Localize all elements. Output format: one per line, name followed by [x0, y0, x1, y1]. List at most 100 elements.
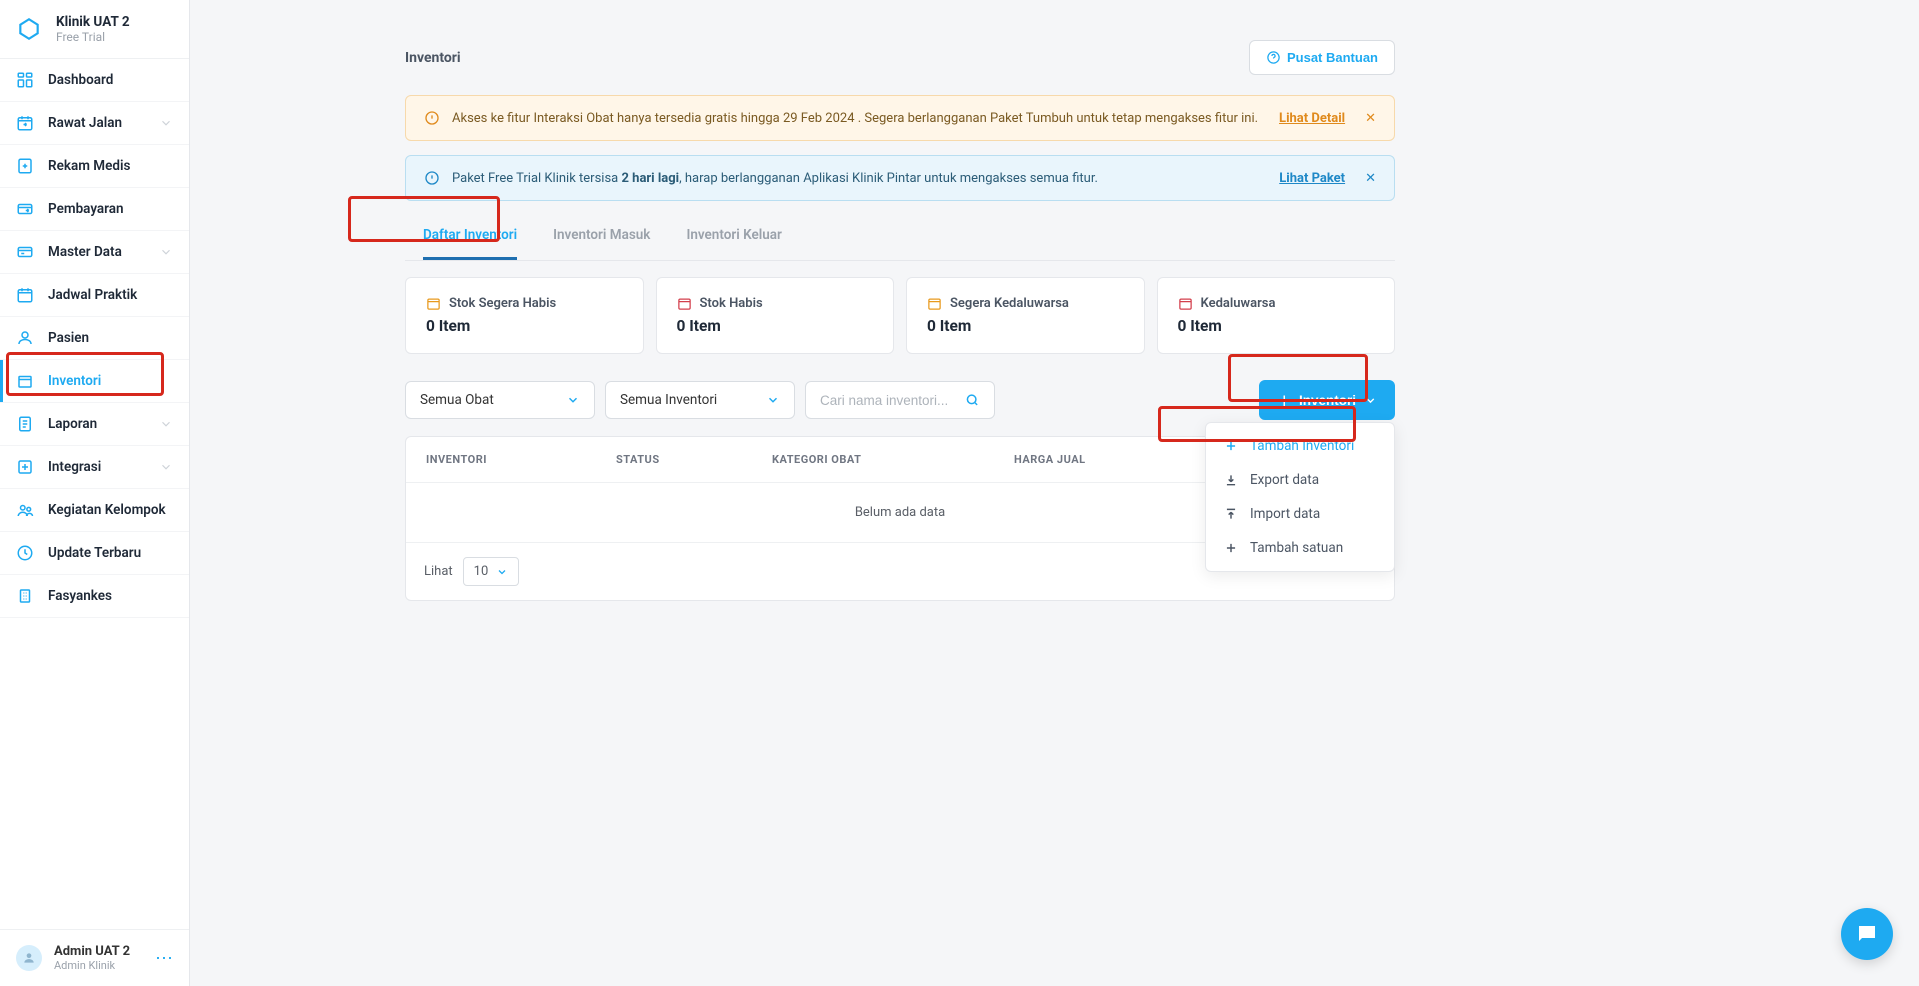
- main-area: Inventori Pusat Bantuan Akses ke fitur I…: [190, 0, 1919, 986]
- dropdown-export-data[interactable]: Export data: [1206, 463, 1394, 497]
- sidebar-header: Klinik UAT 2 Free Trial: [0, 0, 189, 59]
- avatar: [16, 945, 42, 971]
- user-role: Admin Klinik: [54, 959, 130, 972]
- page-size-select[interactable]: 10: [463, 557, 520, 586]
- sidebar-item-label: Laporan: [48, 416, 97, 432]
- sidebar-footer[interactable]: Admin UAT 2 Admin Klinik ⋯: [0, 929, 189, 986]
- warn-icon: [424, 110, 440, 126]
- sidebar-item-fasyankes[interactable]: Fasyankes: [0, 575, 189, 618]
- page-size-value: 10: [474, 564, 489, 579]
- sidebar-item-master-data[interactable]: Master Data: [0, 231, 189, 274]
- summary-card[interactable]: Kedaluwarsa0 Item: [1157, 277, 1396, 354]
- person-icon: [16, 329, 34, 347]
- clock-icon: [16, 544, 34, 562]
- sidebar-item-label: Integrasi: [48, 459, 101, 475]
- calendar-icon: [1178, 296, 1193, 311]
- card-icon: [16, 243, 34, 261]
- sidebar-item-label: Rekam Medis: [48, 158, 130, 174]
- report-icon: [16, 415, 34, 433]
- download-icon: [1224, 473, 1238, 487]
- help-icon: [1266, 50, 1281, 65]
- calendar-icon: [426, 296, 441, 311]
- sidebar-nav: Dashboard Rawat Jalan Rekam Medis Pembayara…: [0, 59, 189, 929]
- calendar-icon: [927, 296, 942, 311]
- integration-icon: [16, 458, 34, 476]
- card-title: Stok Segera Habis: [449, 296, 556, 311]
- sidebar-item-label: Kegiatan Kelompok: [48, 502, 166, 518]
- summary-card[interactable]: Segera Kedaluwarsa0 Item: [906, 277, 1145, 354]
- chat-fab[interactable]: [1841, 908, 1893, 960]
- show-label: Lihat: [424, 564, 453, 579]
- alert-warn-text: Akses ke fitur Interaksi Obat hanya ters…: [452, 111, 1258, 126]
- dropdown-import-data[interactable]: Import data: [1206, 497, 1394, 531]
- search-icon: [965, 392, 980, 408]
- alert-warn-close[interactable]: ✕: [1365, 111, 1376, 126]
- tab-inventori-masuk[interactable]: Inventori Masuk: [553, 215, 650, 260]
- user-menu-icon[interactable]: ⋯: [155, 948, 173, 969]
- sidebar-item-label: Inventori: [48, 373, 101, 389]
- calendar-arrow-icon: [16, 114, 34, 132]
- sidebar-item-label: Master Data: [48, 244, 122, 260]
- plus-icon: ＋: [1277, 390, 1291, 410]
- page-title: Inventori: [405, 50, 461, 66]
- sidebar-item-label: Dashboard: [48, 72, 113, 88]
- tab-daftar-inventori[interactable]: Daftar Inventori: [423, 215, 517, 260]
- chat-icon: [1855, 922, 1879, 946]
- card-value: 0 Item: [426, 317, 623, 335]
- search-box[interactable]: [805, 381, 995, 419]
- chevron-down-icon: [766, 393, 780, 407]
- sidebar-item-label: Pasien: [48, 330, 89, 346]
- sidebar-item-label: Rawat Jalan: [48, 115, 122, 131]
- card-value: 0 Item: [1178, 317, 1375, 335]
- card-title: Stok Habis: [700, 296, 763, 311]
- alert-warn-link[interactable]: Lihat Detail: [1279, 111, 1345, 126]
- upload-icon: [1224, 507, 1238, 521]
- user-name: Admin UAT 2: [54, 944, 130, 959]
- dropdown-label: Export data: [1250, 472, 1319, 488]
- sidebar-item-jadwal-praktik[interactable]: Jadwal Praktik: [0, 274, 189, 317]
- sidebar-item-label: Pembayaran: [48, 201, 124, 217]
- dropdown-tambah-satuan[interactable]: Tambah satuan: [1206, 531, 1394, 565]
- add-inventori-button[interactable]: ＋ Inventori: [1259, 380, 1395, 420]
- alert-info-link[interactable]: Lihat Paket: [1279, 171, 1345, 186]
- card-value: 0 Item: [677, 317, 874, 335]
- calendar-icon: [677, 296, 692, 311]
- sidebar-item-rawat-jalan[interactable]: Rawat Jalan: [0, 102, 189, 145]
- summary-cards: Stok Segera Habis0 ItemStok Habis0 ItemS…: [405, 277, 1395, 354]
- sidebar-item-label: Jadwal Praktik: [48, 287, 137, 303]
- sidebar-item-pembayaran[interactable]: Pembayaran: [0, 188, 189, 231]
- sidebar-item-dashboard[interactable]: Dashboard: [0, 59, 189, 102]
- group-icon: [16, 501, 34, 519]
- alert-info-close[interactable]: ✕: [1365, 171, 1376, 186]
- card-arrow-icon: [16, 200, 34, 218]
- summary-card[interactable]: Stok Segera Habis 0 Item: [405, 277, 644, 354]
- sidebar-item-laporan[interactable]: Laporan: [0, 403, 189, 446]
- col-kategori: KATEGORI OBAT: [772, 453, 1014, 466]
- sidebar-item-update-terbaru[interactable]: Update Terbaru: [0, 532, 189, 575]
- help-center-button[interactable]: Pusat Bantuan: [1249, 40, 1395, 75]
- plus-icon: [1224, 541, 1238, 555]
- summary-card[interactable]: Stok Habis 0 Item: [656, 277, 895, 354]
- dropdown-tambah-inventori[interactable]: Tambah Inventori: [1206, 429, 1394, 463]
- filter-inventori-select[interactable]: Semua Inventori: [605, 381, 795, 419]
- tab-inventori-keluar[interactable]: Inventori Keluar: [686, 215, 781, 260]
- building-icon: [16, 587, 34, 605]
- sidebar-item-rekam-medis[interactable]: Rekam Medis: [0, 145, 189, 188]
- dropdown-label: Import data: [1250, 506, 1320, 522]
- clinic-name: Klinik UAT 2: [56, 14, 130, 30]
- app-logo-icon: [16, 16, 42, 42]
- sidebar-item-label: Update Terbaru: [48, 545, 141, 561]
- filter-obat-value: Semua Obat: [420, 392, 494, 408]
- chevron-down-icon: [566, 393, 580, 407]
- chevron-down-icon: [159, 116, 173, 130]
- alert-warning: Akses ke fitur Interaksi Obat hanya ters…: [405, 95, 1395, 141]
- sidebar-item-kegiatan-kelompok[interactable]: Kegiatan Kelompok: [0, 489, 189, 532]
- sidebar-item-integrasi[interactable]: Integrasi: [0, 446, 189, 489]
- search-input[interactable]: [820, 393, 965, 408]
- sidebar: Klinik UAT 2 Free Trial Dashboard Rawat J…: [0, 0, 190, 986]
- sidebar-item-inventori[interactable]: Inventori: [0, 360, 189, 403]
- add-inventori-label: Inventori: [1299, 393, 1356, 408]
- card-title: Segera Kedaluwarsa: [950, 296, 1069, 311]
- sidebar-item-pasien[interactable]: Pasien: [0, 317, 189, 360]
- filter-obat-select[interactable]: Semua Obat: [405, 381, 595, 419]
